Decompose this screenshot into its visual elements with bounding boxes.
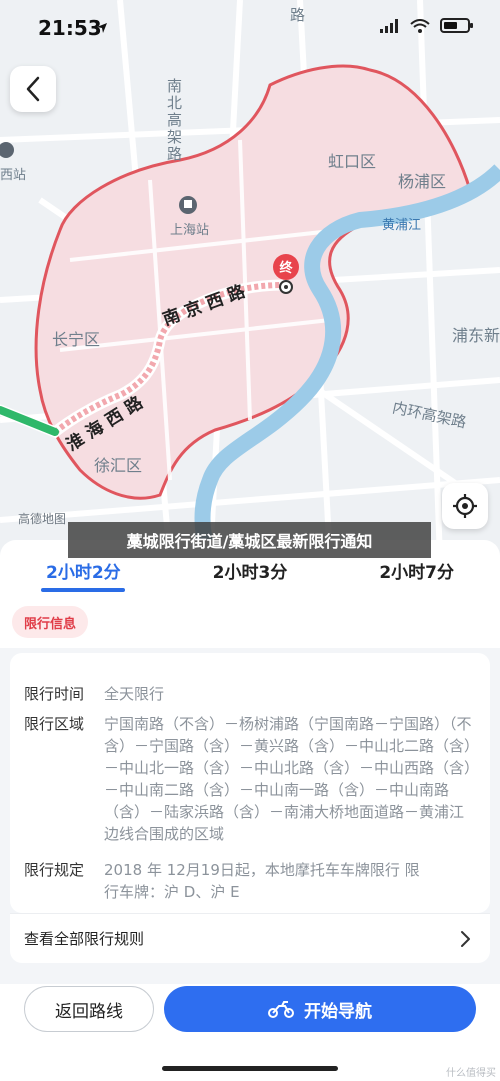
active-tab-indicator [41, 588, 126, 592]
chevron-left-icon [26, 76, 40, 102]
wifi-icon [410, 18, 430, 33]
map-label-hongkou: 虹口区 [328, 152, 377, 171]
brand-logo: 高德地图 [18, 512, 67, 526]
restriction-time-value: 全天限行 [104, 685, 165, 703]
view-all-rules-link[interactable]: 查看全部限行规则 [10, 913, 490, 963]
signal-icon [380, 18, 398, 33]
back-button[interactable] [10, 66, 56, 112]
restriction-time-row: 限行时间 全天限行 [24, 683, 472, 705]
map-label-changning: 长宁区 [52, 330, 101, 349]
restriction-rule-label: 限行规定 [24, 861, 85, 879]
map-label-shanghai-station: 上海站 [170, 223, 210, 238]
restriction-card: 限行时间 全天限行 限行区域 宁国南路（不含）－杨树浦路（宁国南路－宁国路）（不… [10, 653, 490, 913]
map-label-yangpu: 杨浦区 [398, 172, 447, 191]
map-label-west-station: 西站 [0, 168, 27, 183]
map-view[interactable]: 终 虹口区 杨浦区 长宁区 徐汇区 浦东新 上海站 黄浦江 西站 内环高架路 南… [0, 0, 500, 560]
start-navigation-label: 开始导航 [304, 1001, 372, 1022]
motorcycle-icon [268, 1001, 294, 1018]
restriction-area-row: 限行区域 宁国南路（不含）－杨树浦路（宁国南路－宁国路）（不含）－宁国路（含）－… [24, 713, 472, 845]
status-time: 21:53 [38, 16, 102, 40]
end-marker-label: 终 [279, 260, 293, 276]
station-icon [179, 196, 197, 214]
restriction-area-label: 限行区域 [24, 715, 85, 733]
status-bar: 21:53 [0, 0, 500, 56]
back-to-route-label: 返回路线 [55, 1001, 123, 1022]
battery-icon [440, 18, 473, 33]
status-icons [380, 18, 473, 33]
locate-button[interactable] [442, 483, 488, 529]
back-to-route-button[interactable]: 返回路线 [24, 986, 154, 1032]
restriction-rule-row: 限行规定 2018 年 12月19日起，本地摩托车车牌限行 限行车牌：沪 D、沪… [24, 859, 424, 903]
home-indicator [162, 1066, 338, 1071]
title-banner: 藁城限行街道/藁城区最新限行通知 [68, 522, 431, 558]
map-label-xuhui: 徐汇区 [94, 456, 143, 475]
restriction-time-label: 限行时间 [24, 685, 85, 703]
route-tab-3-label: 2小时7分 [379, 563, 455, 583]
navigation-screen: 终 虹口区 杨浦区 长宁区 徐汇区 浦东新 上海站 黄浦江 西站 内环高架路 南… [0, 0, 500, 1081]
location-arrow-icon [97, 23, 107, 33]
map-label-north-south: 南北高架路 [165, 78, 183, 163]
start-navigation-button[interactable]: 开始导航 [164, 986, 476, 1032]
map-label-pudong: 浦东新 [452, 326, 500, 345]
route-tab-2-label: 2小时3分 [212, 563, 288, 583]
west-station-icon [0, 142, 14, 158]
restriction-area-value: 宁国南路（不含）－杨树浦路（宁国南路－宁国路）（不含）－宁国路（含）－黄兴路（含… [104, 715, 472, 843]
restriction-rule-value: 2018 年 12月19日起，本地摩托车车牌限行 限行车牌：沪 D、沪 E [104, 861, 420, 901]
map-label-huangpu-river: 黄浦江 [382, 218, 422, 233]
watermark: 什么值得买 [446, 1068, 496, 1079]
restriction-info-tag: 限行信息 [12, 606, 88, 638]
chevron-right-icon [461, 931, 470, 947]
view-all-rules-label: 查看全部限行规则 [24, 930, 145, 948]
map-canvas: 终 [0, 0, 500, 560]
locate-icon [453, 494, 477, 518]
route-tab-1-label: 2小时2分 [46, 563, 121, 583]
